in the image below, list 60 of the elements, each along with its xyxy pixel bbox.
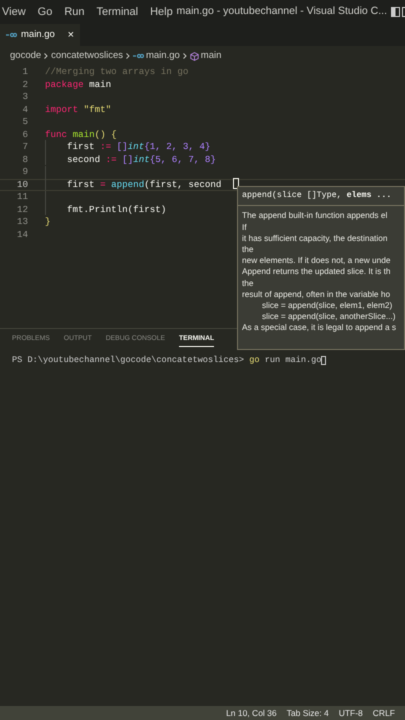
line-number: 10 [16, 178, 28, 192]
menu-item[interactable]: Run [64, 4, 85, 20]
doc-text: As a special case, it is legal to append a s [242, 322, 398, 334]
doc-text: Append returns the updated slice. It is th [242, 266, 392, 278]
line-number: 14 [16, 228, 28, 242]
code-line: import "fmt" [45, 102, 112, 117]
breadcrumb-label: main.go [146, 48, 180, 63]
code-line: fmt.Println(first) [67, 202, 166, 217]
line-number: 11 [16, 190, 28, 204]
menu-item[interactable]: Go [38, 4, 52, 20]
line-number: 3 [21, 90, 28, 104]
line-number: 12 [16, 202, 28, 217]
line-number: 8 [21, 152, 28, 167]
doc-text: it has sufficient capacity, the destination [242, 232, 388, 244]
doc-text: the [242, 278, 255, 289]
tab-label: main.go [21, 28, 55, 42]
line-number: 7 [21, 140, 28, 154]
code-line: func main() { [45, 128, 117, 142]
doc-text: the [242, 244, 255, 256]
breadcrumb-label: gocode [10, 48, 42, 63]
chevron-icon [44, 53, 48, 59]
doc-text: slice = append(slice, elem1, elem2) [261, 300, 394, 312]
doc-text: If [242, 222, 248, 233]
code-line: second := []int{5, 6, 7, 8} [67, 152, 216, 167]
signature-text: append(slice []Type, elems ... [238, 187, 404, 206]
cube-icon [190, 52, 199, 60]
menu-item[interactable]: Help [150, 4, 173, 20]
code-line: package main [45, 78, 112, 92]
code-line: first := []int{1, 2, 3, 4} [67, 140, 210, 154]
menu-item[interactable]: Terminal [96, 4, 138, 20]
close-icon[interactable]: × [68, 26, 74, 44]
line-number: 2 [21, 78, 28, 92]
status-item[interactable]: Ln 10, Col 36 [226, 706, 277, 720]
go-file-icon [132, 53, 144, 59]
go-file-icon [6, 32, 17, 38]
line-number: 13 [16, 215, 28, 230]
line-number: 1 [21, 65, 28, 80]
code-line: //Merging two arrays in go [45, 65, 188, 80]
line-number: 6 [21, 128, 28, 142]
doc-text: slice = append(slice, anotherSlice...) [261, 311, 397, 322]
doc-text: result of append, often in the variable ho [242, 288, 392, 300]
line-number: 9 [21, 165, 28, 180]
menu-item[interactable]: View [2, 4, 26, 20]
status-item[interactable]: Tab Size: 4 [286, 706, 329, 720]
code-line: } [45, 215, 51, 230]
chevron-icon [126, 53, 130, 59]
terminal-line: PS D:\youtubechannel\gocode\concatetwoslices> go run main.go [12, 354, 322, 367]
status-item[interactable]: CRLF [372, 706, 395, 720]
line-number: 5 [21, 115, 28, 130]
chevron-icon [182, 53, 187, 59]
doc-text: The append built-in function appends el [242, 210, 388, 222]
code-line: first = append(first, second [67, 178, 222, 192]
editor-tab[interactable]: main.go × [0, 24, 80, 46]
status-item[interactable]: UTF-8 [338, 706, 363, 720]
line-number: 4 [21, 102, 28, 117]
breadcrumb-label: concatetwoslices [51, 48, 123, 63]
doc-text: new elements. If it does not, a new unde [242, 255, 392, 266]
breadcrumb-label: main [200, 48, 222, 63]
window-title: main.go - youtubechannel - Visual Studio C... [176, 4, 387, 20]
terminal-cursor-icon [321, 356, 326, 365]
